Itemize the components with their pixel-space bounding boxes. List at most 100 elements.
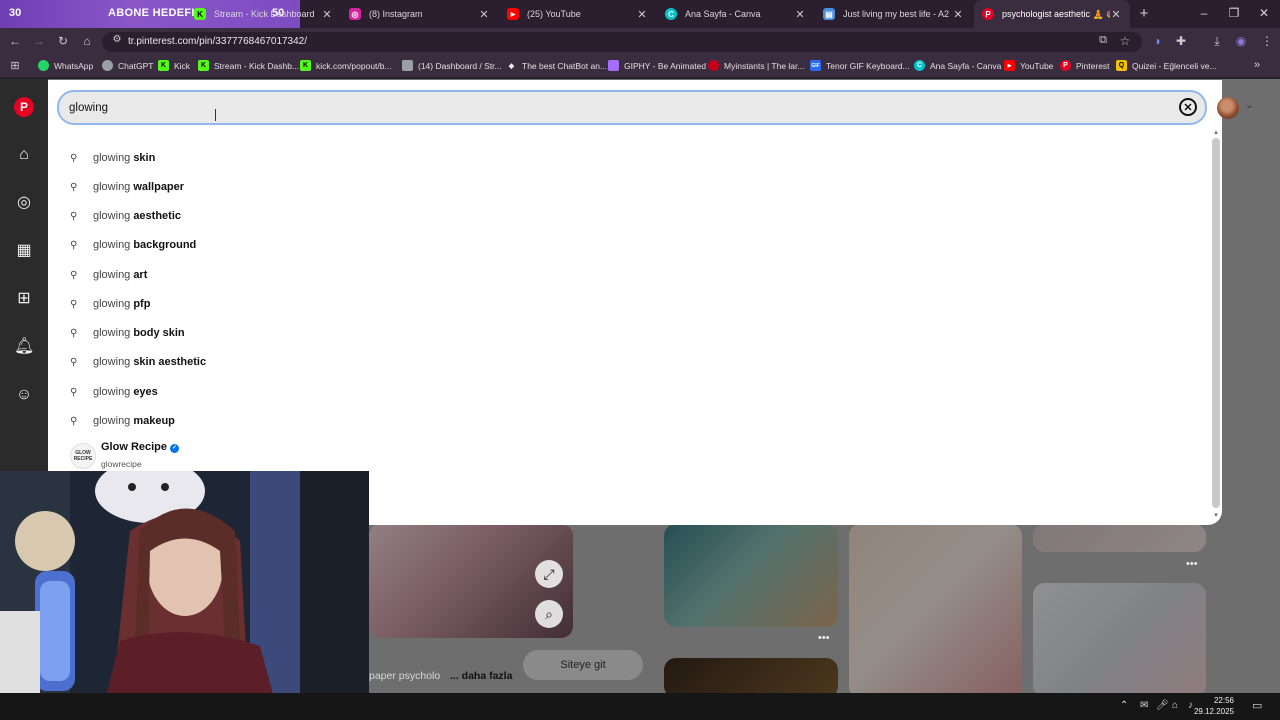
- tab-canva[interactable]: C Ana Sayfa - Canva ✕: [657, 0, 814, 28]
- scroll-down-icon[interactable]: ▾: [1212, 511, 1220, 519]
- bookmark-pinterest[interactable]: P Pinterest: [1060, 60, 1110, 71]
- messages-icon[interactable]: ☺: [14, 385, 34, 405]
- suggestion-item[interactable]: ⚲ glowing pfp: [70, 294, 150, 314]
- close-icon[interactable]: ✕: [636, 8, 648, 21]
- avatar[interactable]: [1217, 97, 1239, 119]
- tab-instagram[interactable]: ◎ (8) Instagram ✕: [341, 0, 498, 28]
- suggestion-completion: background: [133, 239, 197, 251]
- home-icon[interactable]: ⌂: [14, 145, 34, 165]
- new-tab-button[interactable]: +: [1130, 5, 1158, 22]
- expand-icon[interactable]: ⤢: [535, 560, 563, 588]
- suggestion-prefix: glowing: [93, 152, 131, 164]
- system-clock[interactable]: 22:56 29.12.2025: [1190, 695, 1234, 717]
- suggestion-item[interactable]: ⚲ glowing aesthetic: [70, 206, 181, 226]
- pin-image[interactable]: [849, 524, 1022, 698]
- more-options-icon[interactable]: •••: [1186, 558, 1198, 570]
- apps-grid-icon[interactable]: ⊞: [6, 59, 24, 72]
- boards-icon[interactable]: ▦: [14, 241, 34, 261]
- close-icon[interactable]: ✕: [321, 8, 333, 21]
- tab-pinterest-active[interactable]: P psychologist aesthetic 🧘 🍩 📚 ✕: [974, 0, 1130, 28]
- more-bookmarks-icon[interactable]: »: [1248, 59, 1266, 71]
- scrollbar-thumb[interactable]: [1212, 138, 1220, 508]
- close-icon[interactable]: ✕: [1110, 8, 1122, 21]
- install-app-icon[interactable]: ⧉: [1094, 34, 1112, 47]
- close-icon[interactable]: ✕: [952, 8, 964, 21]
- mail-icon[interactable]: ✉: [1140, 700, 1148, 711]
- restore-icon[interactable]: ❐: [1220, 6, 1248, 20]
- search-icon: ⚲: [70, 415, 78, 427]
- visit-site-button[interactable]: Siteye git: [523, 650, 643, 680]
- download-icon[interactable]: ⤓: [1208, 34, 1226, 49]
- bookmark-kick-popout[interactable]: Kkick.com/popout/b...: [300, 60, 392, 71]
- pin-image[interactable]: [1033, 583, 1206, 697]
- tab-kick-dashboard[interactable]: K Stream - Kick Dashboard ✕: [186, 0, 341, 28]
- forward-icon[interactable]: →: [30, 34, 48, 48]
- more-link[interactable]: ... daha fazla: [450, 670, 512, 682]
- bookmark-tenor[interactable]: GIF Tenor GIF Keyboard...: [810, 60, 910, 71]
- bookmark-giphy[interactable]: GIPHY - Be Animated: [608, 60, 706, 71]
- search-box[interactable]: ✕: [57, 90, 1207, 125]
- bookmark-myinstants[interactable]: Myinstants | The lar...: [708, 60, 804, 71]
- extension-icon[interactable]: ◑: [1148, 34, 1166, 48]
- suggestion-item[interactable]: ⚲ glowing eyes: [70, 382, 158, 402]
- bookmark-kick-dashboard[interactable]: K Stream - Kick Dashb...: [198, 60, 299, 71]
- reload-icon[interactable]: ↻: [54, 34, 72, 48]
- menu-icon[interactable]: ⋮: [1258, 34, 1276, 48]
- create-icon[interactable]: ⊞: [14, 289, 34, 309]
- suggestion-item[interactable]: ⚲ glowing skin aesthetic: [70, 352, 206, 372]
- suggestion-item[interactable]: ⚲ glowing skin: [70, 148, 155, 168]
- profile-suggestion[interactable]: Glow Recipe ✓: [101, 441, 180, 453]
- more-options-icon[interactable]: •••: [818, 632, 830, 644]
- pin-image[interactable]: [1033, 524, 1206, 552]
- suggestion-item[interactable]: ⚲ glowing wallpaper: [70, 177, 184, 197]
- suggestion-prefix: glowing: [93, 181, 131, 193]
- bookmark-dashboard[interactable]: (14) Dashboard / Str...: [402, 60, 502, 71]
- address-url[interactable]: tr.pinterest.com/pin/3377768467017342/: [128, 36, 307, 47]
- taskbar: [0, 693, 1280, 720]
- pinterest-logo-icon[interactable]: P: [14, 97, 34, 117]
- notification-center-icon[interactable]: ▭: [1252, 699, 1262, 712]
- bookmark-whatsapp[interactable]: WhatsApp: [38, 60, 93, 71]
- bookmark-chatbot[interactable]: ◆ The best ChatBot an...: [506, 60, 607, 71]
- profile-icon[interactable]: ◉: [1232, 34, 1250, 48]
- bookmark-label: kick.com/popout/b...: [316, 60, 392, 71]
- chatgpt-icon: [102, 60, 113, 71]
- instagram-icon: ◎: [349, 8, 361, 20]
- suggestion-item[interactable]: ⚲ glowing body skin: [70, 323, 185, 343]
- pin-image[interactable]: [664, 524, 838, 627]
- microphone-icon[interactable]: 🎤︎: [1156, 700, 1169, 711]
- bookmark-kick[interactable]: K Kick: [158, 60, 190, 71]
- bookmark-youtube[interactable]: ▶ YouTube: [1004, 60, 1053, 71]
- pin-image[interactable]: [664, 658, 838, 698]
- close-icon[interactable]: ✕: [794, 8, 806, 21]
- clear-search-icon[interactable]: ✕: [1179, 98, 1197, 116]
- bookmark-chatgpt[interactable]: ChatGPT: [102, 60, 153, 71]
- scroll-up-icon[interactable]: ▴: [1212, 128, 1220, 136]
- visual-search-icon[interactable]: ⌕: [535, 600, 563, 628]
- tab-title: psychologist aesthetic 🧘 🍩 📚: [1002, 8, 1110, 19]
- notifications-icon[interactable]: 🔔︎: [14, 337, 34, 357]
- close-window-icon[interactable]: ✕: [1250, 6, 1278, 20]
- network-icon[interactable]: ⌂: [1172, 700, 1178, 711]
- suggestion-item[interactable]: ⚲ glowing background: [70, 235, 196, 255]
- extensions-puzzle-icon[interactable]: ✚: [1172, 34, 1190, 48]
- tab-title: Stream - Kick Dashboard: [214, 9, 315, 19]
- bookmark-star-icon[interactable]: ☆: [1116, 34, 1134, 48]
- suggestion-item[interactable]: ⚲ glowing art: [70, 265, 147, 285]
- suggestion-prefix: glowing: [93, 210, 131, 222]
- tab-youtube[interactable]: ▶ (25) YouTube ✕: [499, 0, 656, 28]
- glow-recipe-logo: GLOW RECIPE: [70, 443, 96, 469]
- tray-expand-icon[interactable]: ⌃: [1120, 700, 1128, 711]
- search-input[interactable]: [69, 99, 1149, 117]
- suggestion-item[interactable]: ⚲ glowing makeup: [70, 411, 175, 431]
- minimize-icon[interactable]: –: [1190, 6, 1218, 20]
- home-icon[interactable]: ⌂: [78, 34, 96, 48]
- back-icon[interactable]: ←: [6, 34, 24, 48]
- chevron-down-icon[interactable]: ⌄: [1245, 100, 1253, 111]
- explore-icon[interactable]: ◎: [14, 193, 34, 213]
- bookmark-quizei[interactable]: Q Quizei - Eğlenceli ve...: [1116, 60, 1217, 71]
- site-info-icon[interactable]: ⚙: [108, 34, 126, 45]
- close-icon[interactable]: ✕: [478, 8, 490, 21]
- tab-just-living[interactable]: ▤ Just living my best life - A2 (Yal ✕: [815, 0, 972, 28]
- bookmark-canva[interactable]: C Ana Sayfa - Canva: [914, 60, 1001, 71]
